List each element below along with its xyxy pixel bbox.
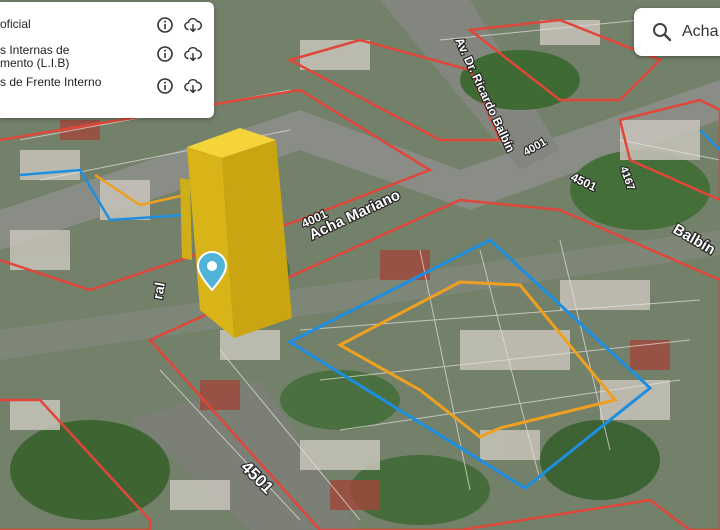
layer-label: s de Frente Interno (0, 75, 102, 89)
street-label-side: ral (149, 281, 168, 301)
info-icon[interactable] (156, 45, 174, 63)
cloud-download-icon[interactable] (184, 45, 202, 63)
search-input[interactable] (682, 20, 720, 44)
search-icon[interactable] (652, 22, 672, 42)
layer-item-frente-interno[interactable]: s de Frente Interno (0, 76, 214, 106)
layer-item-lib[interactable]: s Internas de mento (L.I.B) (0, 42, 214, 72)
search-box[interactable] (634, 8, 720, 56)
layer-label: oficial (0, 17, 31, 31)
info-icon[interactable] (156, 16, 174, 34)
cloud-download-icon[interactable] (184, 16, 202, 34)
cloud-download-icon[interactable] (184, 77, 202, 95)
layers-panel: oficial s Internas de mento (L.I.B) s de… (0, 2, 214, 118)
layer-label: s Internas de mento (L.I.B) (0, 43, 70, 70)
info-icon[interactable] (156, 77, 174, 95)
